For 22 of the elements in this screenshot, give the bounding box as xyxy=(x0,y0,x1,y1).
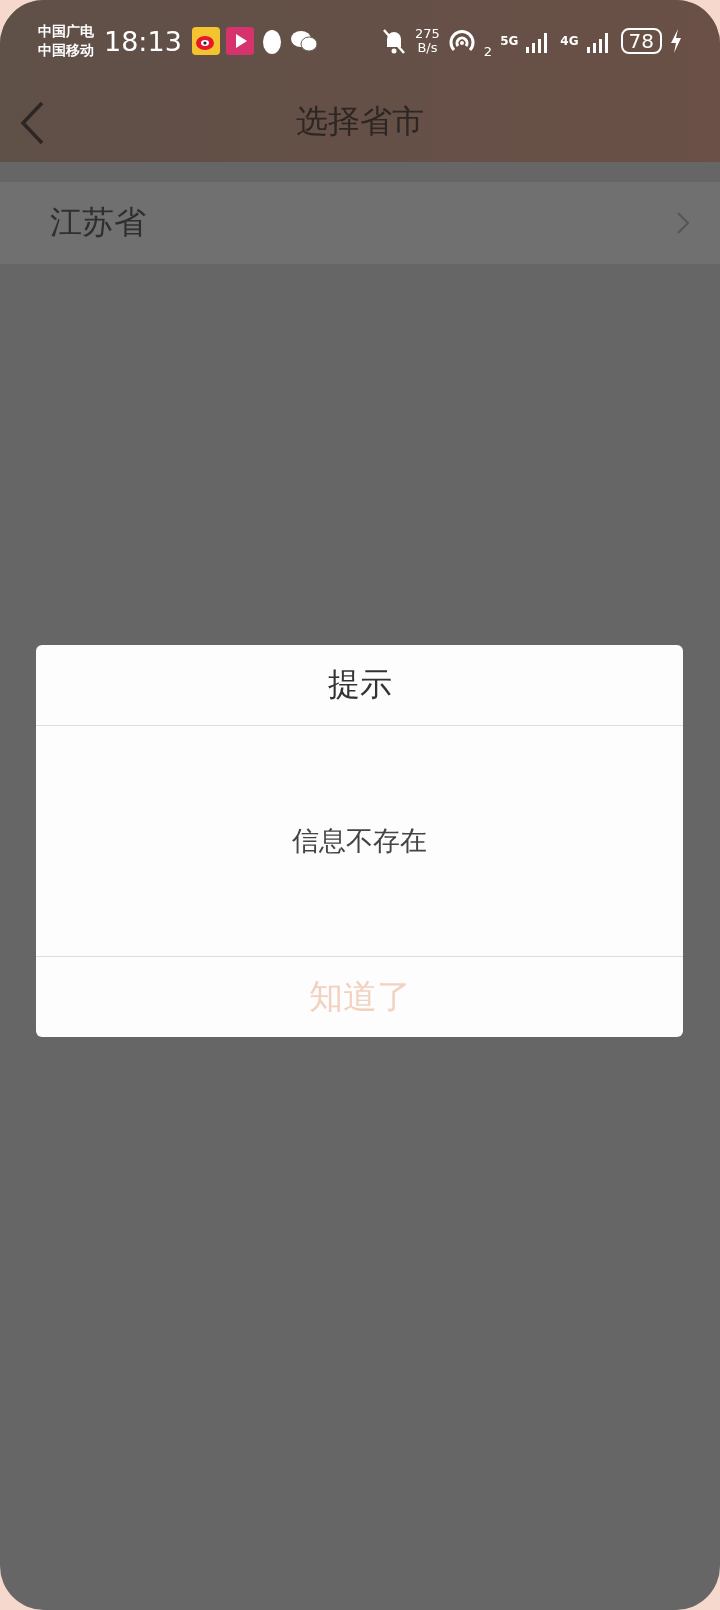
speed-unit: B/s xyxy=(417,41,438,55)
video-app-icon xyxy=(225,27,254,55)
dialog-title: 提示 xyxy=(327,664,392,705)
dialog-message: 信息不存在 xyxy=(292,824,427,858)
province-name: 江苏省 xyxy=(50,202,147,243)
network-type: 5G xyxy=(500,34,519,48)
chevron-right-icon xyxy=(676,211,690,235)
network-type: 4G xyxy=(560,34,579,48)
page-title: 选择省市 xyxy=(296,101,424,142)
province-row[interactable]: 江苏省 xyxy=(0,182,720,264)
confirm-button[interactable]: 知道了 xyxy=(36,957,683,1037)
back-icon[interactable] xyxy=(18,100,46,146)
bell-off-icon xyxy=(381,27,408,55)
status-time: 18:13 xyxy=(104,25,182,57)
carrier-name: 中国广电 xyxy=(38,22,94,41)
hotspot-icon xyxy=(447,28,476,54)
hotspot-count: 2 xyxy=(483,43,493,59)
charging-bolt-icon xyxy=(670,29,682,53)
chat-bubbles-icon xyxy=(289,29,318,53)
network-speed: 275 xyxy=(415,27,440,41)
battery-level: 78 xyxy=(620,28,662,54)
carrier-name: 中国移动 xyxy=(38,41,94,60)
